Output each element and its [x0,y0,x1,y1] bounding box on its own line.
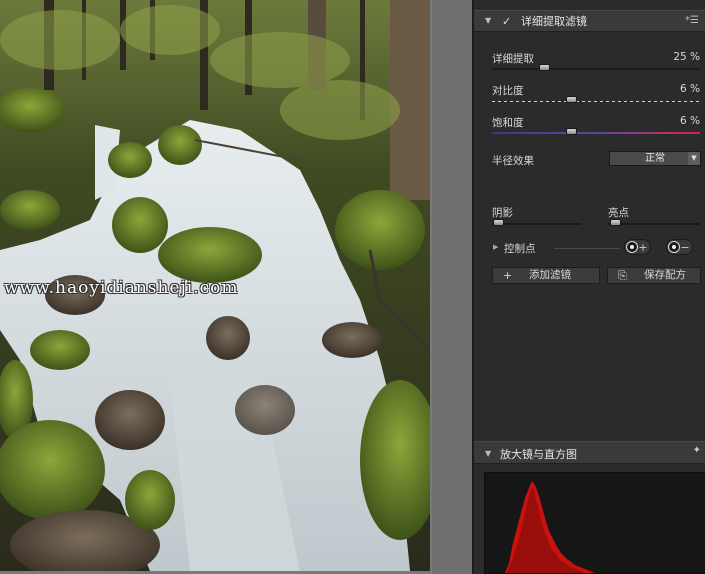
control-point-icon [669,242,680,252]
slider-thumb[interactable] [566,96,578,103]
slider-saturation[interactable]: 饱和度 6 % [492,115,700,147]
slider-track[interactable] [492,101,700,102]
pin-icon[interactable]: ✦ [693,445,701,456]
save-recipe-label: 保存配方 [644,269,686,281]
dropdown-caret-icon: ▼ [688,152,700,165]
histogram [484,472,705,574]
plus-icon: + [503,269,513,282]
filter-header[interactable]: ▼ ✓ 详细提取滤镜 *☰ [474,10,705,32]
filter-title: 详细提取滤镜 [521,15,587,28]
slider-value: 6 % [680,83,700,95]
slider-label: 对比度 [492,85,524,97]
control-points-row: ▶ 控制点 + − [474,238,705,258]
add-point-icon: + [638,240,648,254]
watermark-text: www.haoyidiansheji.com [4,278,239,298]
image-canvas[interactable]: www.haoyidiansheji.com [0,0,432,574]
slider-label: 饱和度 [492,117,524,129]
slider-value: 25 % [673,51,700,63]
slider-label: 详细提取 [492,53,534,65]
radius-selected-value: 正常 [645,153,665,164]
slider-value: 6 % [680,115,700,127]
shadows-slider-thumb[interactable] [493,219,504,226]
collapse-arrow-icon[interactable]: ▼ [485,449,491,458]
control-points-label: 控制点 [504,243,536,255]
remove-point-icon: − [680,240,690,254]
control-point-icon [627,242,638,252]
highlights-slider-track[interactable] [608,223,700,225]
radius-select[interactable]: 正常 ▼ [609,151,701,166]
highlights-label: 亮点 [608,207,629,219]
loupe-title: 放大镜与直方图 [500,448,577,461]
canvas-gutter [432,0,472,574]
slider-track[interactable] [492,68,700,70]
divider [554,248,620,249]
add-filter-label: 添加滤镜 [529,269,571,281]
panel-menu-icon[interactable]: *☰ [685,15,699,26]
add-point-button[interactable]: + [624,239,651,255]
collapse-arrow-icon[interactable]: ▼ [485,17,493,25]
expand-arrow-icon[interactable]: ▶ [493,243,498,251]
highlights-slider-thumb[interactable] [610,219,621,226]
remove-point-button[interactable]: − [666,239,693,255]
shadows-slider-track[interactable] [492,223,582,225]
slider-thumb[interactable] [539,64,550,71]
slider-track[interactable] [492,132,700,134]
slider-detail-extract[interactable]: 详细提取 25 % [492,51,700,83]
shadows-label: 阴影 [492,207,513,219]
slider-thumb[interactable] [566,128,578,135]
radius-label: 半径效果 [492,155,534,167]
save-recipe-icon: ⎘ [618,269,627,282]
check-icon[interactable]: ✓ [502,16,513,27]
loupe-header[interactable]: ▼ 放大镜与直方图 ✦ [474,441,705,464]
slider-contrast[interactable]: 对比度 6 % [492,83,700,115]
waterfall-photo: www.haoyidiansheji.com [0,0,430,571]
add-filter-button[interactable]: + 添加滤镜 [492,267,600,284]
filter-panel: ▼ ✓ 详细提取滤镜 *☰ 详细提取 25 % 对比度 6 % 饱和度 6 % … [472,0,705,574]
save-recipe-button[interactable]: ⎘ 保存配方 [607,267,701,284]
